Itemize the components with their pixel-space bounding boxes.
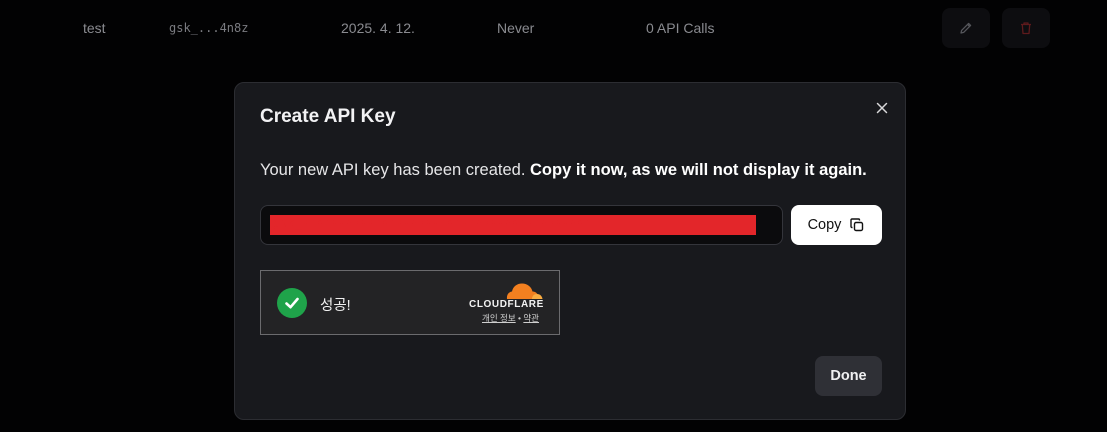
message-warning: Copy it now, as we will not display it a… [530,161,867,179]
cloudflare-links: 개인 정보 • 약관 [482,312,539,324]
cloudflare-turnstile-widget[interactable]: 성공! CLOUDFLARE 개인 정보 • 약관 [260,270,560,335]
delete-key-button[interactable] [1002,8,1050,48]
key-preview-cell: gsk_...4n8z [169,21,249,35]
key-created-message: Your new API key has been created. Copy … [260,161,867,180]
cloudflare-logo-text: CLOUDFLARE [469,299,544,310]
close-button[interactable] [871,97,893,119]
success-check-icon [277,288,307,318]
pencil-icon [960,22,972,34]
created-date-cell: 2025. 4. 12. [341,20,415,36]
message-text: Your new API key has been created. [260,161,530,179]
copy-icon [850,218,864,232]
copy-button-label: Copy [807,217,842,233]
cloudflare-cloud-icon [506,283,543,299]
last-used-cell: Never [497,20,535,36]
privacy-link[interactable]: 개인 정보 [482,313,516,323]
usage-cell: 0 API Calls [646,20,715,36]
terms-link[interactable]: 약관 [523,313,539,323]
trash-icon [1021,22,1031,35]
api-key-table-row: test gsk_...4n8z 2025. 4. 12. Never 0 AP… [0,0,1107,56]
verification-status: 성공! [320,298,351,314]
key-name-cell: test [83,20,106,36]
copy-button[interactable]: Copy [791,205,882,245]
api-key-field[interactable]: gsk_••••••••••••••••••••••••••••••••••••… [260,205,783,245]
create-api-key-dialog: Create API Key Your new API key has been… [234,82,906,420]
api-key-value: gsk_••••••••••••••••••••••••••••••••••••… [273,216,591,230]
close-icon [876,102,888,114]
done-button[interactable]: Done [815,356,882,396]
edit-key-button[interactable] [942,8,990,48]
dialog-title: Create API Key [260,106,396,127]
